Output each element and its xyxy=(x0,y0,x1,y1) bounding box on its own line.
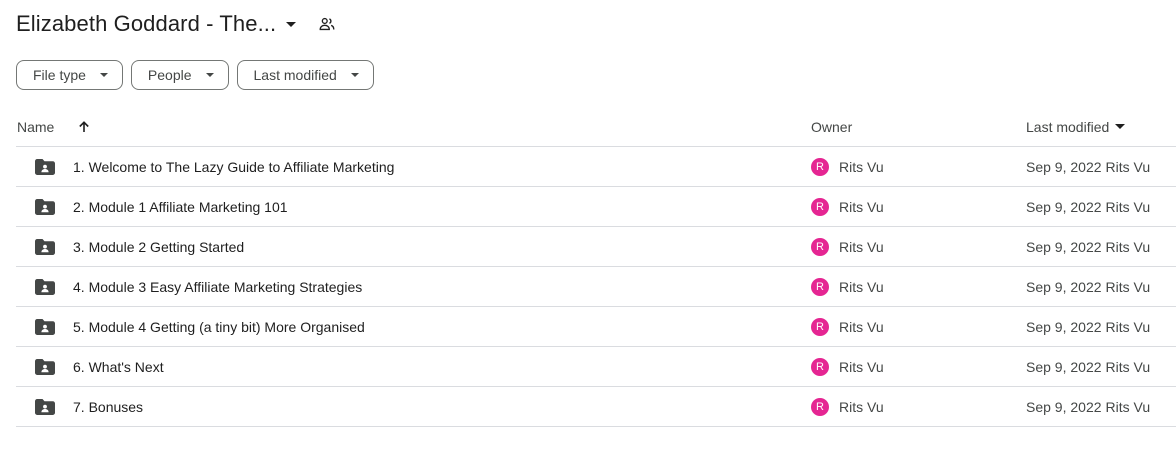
shared-folder-icon xyxy=(34,187,56,226)
table-row[interactable]: 2. Module 1 Affiliate Marketing 101 R Ri… xyxy=(16,187,1176,227)
avatar: R xyxy=(811,397,829,416)
people-outline-icon[interactable] xyxy=(318,15,336,33)
shared-folder-icon xyxy=(34,227,56,266)
modified-by: Rits Vu xyxy=(1105,318,1151,335)
modified-by: Rits Vu xyxy=(1105,398,1151,415)
modified-by: Rits Vu xyxy=(1105,158,1151,175)
owner-cell[interactable]: R Rits Vu xyxy=(811,227,884,266)
last-modified-filter[interactable]: Last modified xyxy=(236,60,374,90)
file-name[interactable]: 5. Module 4 Getting (a tiny bit) More Or… xyxy=(73,307,365,346)
avatar: R xyxy=(811,317,829,336)
shared-folder-icon xyxy=(34,147,56,186)
owner-cell[interactable]: R Rits Vu xyxy=(811,307,884,346)
owner-name: Rits Vu xyxy=(839,238,884,255)
file-name[interactable]: 1. Welcome to The Lazy Guide to Affiliat… xyxy=(73,147,394,186)
file-name[interactable]: 7. Bonuses xyxy=(73,387,143,426)
owner-cell[interactable]: R Rits Vu xyxy=(811,267,884,306)
file-type-filter[interactable]: File type xyxy=(16,60,123,90)
shared-folder-icon xyxy=(34,387,56,426)
sort-ascending-icon[interactable] xyxy=(77,107,91,146)
file-name[interactable]: 3. Module 2 Getting Started xyxy=(73,227,244,266)
table-row[interactable]: 7. Bonuses R Rits Vu Sep 9, 2022 Rits Vu xyxy=(16,387,1176,427)
sort-dropdown-icon xyxy=(1115,124,1126,129)
modified-by: Rits Vu xyxy=(1105,278,1151,295)
owner-name: Rits Vu xyxy=(839,318,884,335)
modified-by: Rits Vu xyxy=(1105,238,1151,255)
chevron-down-icon xyxy=(205,73,214,77)
modified-date: Sep 9, 2022 xyxy=(1026,278,1102,295)
table-row[interactable]: 5. Module 4 Getting (a tiny bit) More Or… xyxy=(16,307,1176,347)
table-row[interactable]: 1. Welcome to The Lazy Guide to Affiliat… xyxy=(16,147,1176,187)
file-list: Name Owner Last modified 1. Welcome to T… xyxy=(16,107,1176,427)
owner-name: Rits Vu xyxy=(839,358,884,375)
avatar: R xyxy=(811,357,829,376)
table-row[interactable]: 4. Module 3 Easy Affiliate Marketing Str… xyxy=(16,267,1176,307)
chevron-down-icon xyxy=(99,73,108,77)
shared-folder-icon xyxy=(34,347,56,386)
last-modified-column-header[interactable]: Last modified xyxy=(1026,107,1126,146)
modified-date: Sep 9, 2022 xyxy=(1026,358,1102,375)
avatar: R xyxy=(811,237,829,256)
table-header: Name Owner Last modified xyxy=(16,107,1176,147)
owner-name: Rits Vu xyxy=(839,278,884,295)
owner-name: Rits Vu xyxy=(839,398,884,415)
folder-title[interactable]: Elizabeth Goddard - The... xyxy=(16,11,276,37)
last-modified-cell: Sep 9, 2022 Rits Vu xyxy=(1026,387,1150,426)
file-name[interactable]: 6. What's Next xyxy=(73,347,164,386)
last-modified-column-label: Last modified xyxy=(1026,118,1110,135)
table-row[interactable]: 6. What's Next R Rits Vu Sep 9, 2022 Rit… xyxy=(16,347,1176,387)
last-modified-cell: Sep 9, 2022 Rits Vu xyxy=(1026,187,1150,226)
owner-cell[interactable]: R Rits Vu xyxy=(811,187,884,226)
chevron-down-icon xyxy=(350,73,359,77)
modified-date: Sep 9, 2022 xyxy=(1026,238,1102,255)
modified-date: Sep 9, 2022 xyxy=(1026,398,1102,415)
owner-name: Rits Vu xyxy=(839,198,884,215)
modified-by: Rits Vu xyxy=(1105,358,1151,375)
avatar: R xyxy=(811,197,829,216)
avatar: R xyxy=(811,277,829,296)
last-modified-cell: Sep 9, 2022 Rits Vu xyxy=(1026,147,1150,186)
last-modified-cell: Sep 9, 2022 Rits Vu xyxy=(1026,267,1150,306)
modified-date: Sep 9, 2022 xyxy=(1026,158,1102,175)
last-modified-cell: Sep 9, 2022 Rits Vu xyxy=(1026,307,1150,346)
filter-bar: File type People Last modified xyxy=(16,60,374,90)
modified-by: Rits Vu xyxy=(1105,198,1151,215)
owner-name: Rits Vu xyxy=(839,158,884,175)
shared-folder-icon xyxy=(34,307,56,346)
owner-cell[interactable]: R Rits Vu xyxy=(811,147,884,186)
title-bar: Elizabeth Goddard - The... xyxy=(16,8,336,40)
people-filter[interactable]: People xyxy=(130,60,229,90)
owner-column-header[interactable]: Owner xyxy=(811,107,852,146)
file-name[interactable]: 4. Module 3 Easy Affiliate Marketing Str… xyxy=(73,267,362,306)
last-modified-cell: Sep 9, 2022 Rits Vu xyxy=(1026,347,1150,386)
owner-cell[interactable]: R Rits Vu xyxy=(811,347,884,386)
last-modified-filter-label: Last modified xyxy=(253,67,337,83)
avatar: R xyxy=(811,157,829,176)
table-row[interactable]: 3. Module 2 Getting Started R Rits Vu Se… xyxy=(16,227,1176,267)
rows-container: 1. Welcome to The Lazy Guide to Affiliat… xyxy=(16,147,1176,427)
shared-folder-icon xyxy=(34,267,56,306)
file-type-filter-label: File type xyxy=(33,67,86,83)
modified-date: Sep 9, 2022 xyxy=(1026,198,1102,215)
title-dropdown-icon[interactable] xyxy=(286,21,297,27)
name-column-header[interactable]: Name xyxy=(17,107,54,146)
file-name[interactable]: 2. Module 1 Affiliate Marketing 101 xyxy=(73,187,288,226)
people-filter-label: People xyxy=(147,67,192,83)
modified-date: Sep 9, 2022 xyxy=(1026,318,1102,335)
last-modified-cell: Sep 9, 2022 Rits Vu xyxy=(1026,227,1150,266)
owner-cell[interactable]: R Rits Vu xyxy=(811,387,884,426)
